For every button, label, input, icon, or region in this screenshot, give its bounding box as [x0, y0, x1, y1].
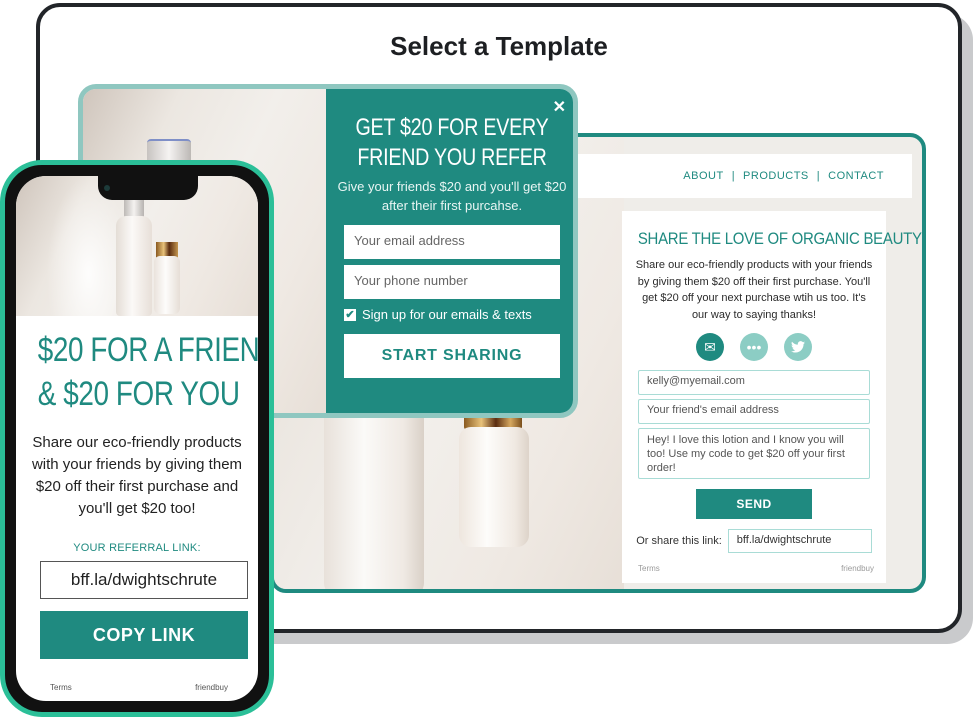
- popup-title: GET $20 FOR EVERY FRIEND YOU REFER: [355, 114, 549, 171]
- phone-notch: [98, 176, 198, 200]
- nav-products[interactable]: PRODUCTS: [743, 170, 809, 182]
- spray-bottle-image: [116, 216, 152, 316]
- popup-email-input[interactable]: Your email address: [344, 225, 560, 259]
- friendbuy-brand: friendbuy: [195, 683, 228, 692]
- mobile-title: $20 FOR A FRIEND & $20 FOR YOU: [37, 328, 258, 416]
- share-panel-title: SHARE THE LOVE OF ORGANIC BEAUTY: [637, 229, 922, 248]
- dropper-bottle-image: [154, 256, 180, 314]
- phone-screen: $20 FOR A FRIEND & $20 FOR YOU Share our…: [16, 176, 258, 701]
- send-button[interactable]: SEND: [696, 489, 812, 519]
- site-nav: ABOUT | PRODUCTS | CONTACT: [574, 154, 912, 198]
- checkbox-checked-icon[interactable]: ✔: [344, 308, 356, 321]
- popup-phone-input[interactable]: Your phone number: [344, 265, 560, 299]
- mobile-footer: Terms friendbuy: [50, 683, 228, 692]
- camera-icon: [104, 185, 110, 191]
- share-link-row: Or share this link: bff.la/dwightschrute: [622, 529, 886, 553]
- popup-subtitle: Give your friends $20 and you'll get $20…: [337, 179, 567, 213]
- message-textarea[interactable]: Hey! I love this lotion and I know you w…: [638, 428, 870, 479]
- your-email-input[interactable]: kelly@myemail.com: [638, 370, 870, 395]
- start-sharing-button[interactable]: START SHARING: [344, 334, 560, 378]
- mobile-template-phone[interactable]: $20 FOR A FRIEND & $20 FOR YOU Share our…: [0, 160, 274, 717]
- mobile-title-line2: & $20 FOR YOU: [37, 375, 240, 413]
- share-link-input[interactable]: bff.la/dwightschrute: [727, 529, 872, 553]
- share-panel: SHARE THE LOVE OF ORGANIC BEAUTY Share o…: [622, 211, 922, 583]
- email-icon[interactable]: ✉: [696, 333, 724, 361]
- signup-checkbox-label: Sign up for our emails & texts: [362, 307, 532, 322]
- nav-contact[interactable]: CONTACT: [828, 170, 884, 182]
- share-panel-body: Share our eco-friendly products with you…: [635, 259, 873, 321]
- share-panel-footer: Terms friendbuy: [638, 564, 874, 573]
- friend-email-input[interactable]: Your friend's email address: [638, 399, 870, 424]
- signup-checkbox-row[interactable]: ✔ Sign up for our emails & texts: [344, 307, 573, 322]
- sms-icon[interactable]: •••: [740, 333, 768, 361]
- nav-separator: |: [731, 170, 736, 182]
- share-link-label: Or share this link:: [636, 535, 722, 547]
- dropper-bottle-image: [459, 427, 529, 547]
- mobile-body: Share our eco-friendly products with you…: [31, 434, 243, 517]
- friendbuy-brand: friendbuy: [841, 564, 874, 573]
- nav-separator: |: [816, 170, 821, 182]
- copy-link-button[interactable]: COPY LINK: [40, 611, 248, 659]
- terms-link[interactable]: Terms: [638, 564, 660, 573]
- mobile-title-line1: $20 FOR A FRIEND: [37, 331, 258, 369]
- nav-about[interactable]: ABOUT: [683, 170, 723, 182]
- terms-link[interactable]: Terms: [50, 683, 72, 692]
- twitter-icon[interactable]: [784, 333, 812, 361]
- page-title: Select a Template: [390, 31, 608, 61]
- share-channel-icons: ✉ •••: [622, 333, 886, 361]
- referral-link-label: YOUR REFERRAL LINK:: [73, 542, 201, 554]
- referral-link-input[interactable]: bff.la/dwightschrute: [40, 561, 248, 599]
- popup-panel: ✕ GET $20 FOR EVERY FRIEND YOU REFER Giv…: [326, 89, 573, 413]
